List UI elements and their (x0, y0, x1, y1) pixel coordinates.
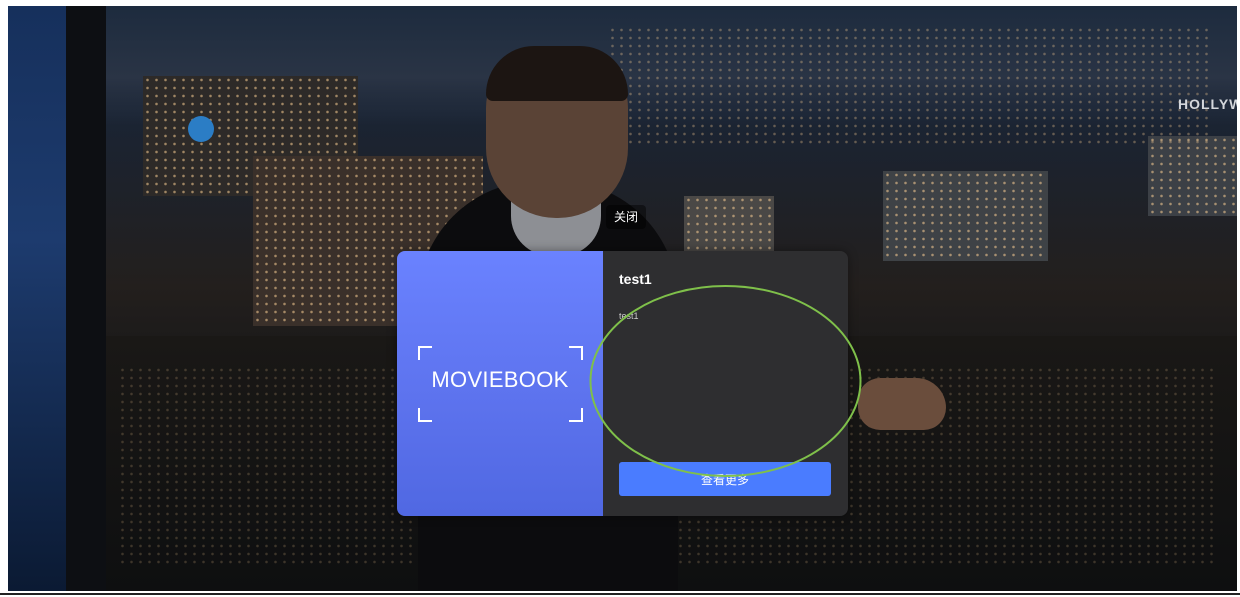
building-lights (883, 171, 1048, 261)
tv-logo-icon (188, 116, 214, 142)
annotation-ellipse (589, 285, 862, 477)
host-hand (858, 378, 946, 430)
studio-left-divider (66, 6, 106, 591)
host-hair (486, 46, 628, 101)
hollywood-sign: HOLLYW (1178, 96, 1237, 112)
brand-logo-text: MOVIEBOOK (431, 367, 569, 392)
studio-left-screen (8, 6, 66, 591)
brand-panel: MOVIEBOOK (397, 251, 603, 516)
annotation-ellipse-shape (589, 285, 862, 477)
bottom-border (0, 593, 1240, 595)
frame-corner-icon (418, 346, 432, 360)
building-lights (1148, 136, 1237, 216)
close-button[interactable]: 关闭 (606, 205, 646, 229)
frame-corner-icon (418, 408, 432, 422)
frame-corner-icon (569, 346, 583, 360)
building-lights (684, 196, 774, 256)
frame-corner-icon (569, 408, 583, 422)
hillside-lights (608, 26, 1208, 146)
